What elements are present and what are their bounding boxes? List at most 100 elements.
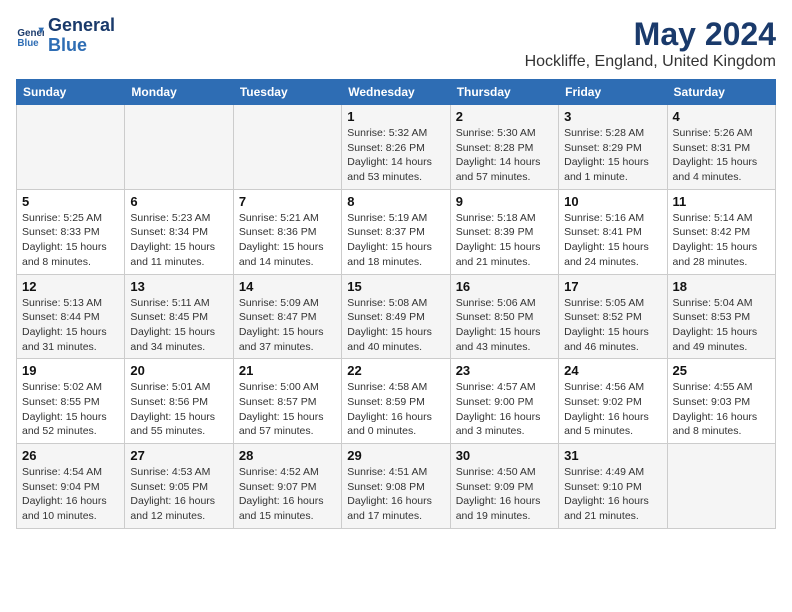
day-number: 7 (239, 194, 336, 209)
calendar-cell: 10Sunrise: 5:16 AM Sunset: 8:41 PM Dayli… (559, 189, 667, 274)
day-number: 29 (347, 448, 444, 463)
calendar-row: 5Sunrise: 5:25 AM Sunset: 8:33 PM Daylig… (17, 189, 776, 274)
day-info: Sunrise: 5:18 AM Sunset: 8:39 PM Dayligh… (456, 211, 553, 270)
day-info: Sunrise: 5:13 AM Sunset: 8:44 PM Dayligh… (22, 296, 119, 355)
day-number: 24 (564, 363, 661, 378)
calendar-cell: 23Sunrise: 4:57 AM Sunset: 9:00 PM Dayli… (450, 359, 558, 444)
calendar-cell: 28Sunrise: 4:52 AM Sunset: 9:07 PM Dayli… (233, 444, 341, 529)
day-number: 23 (456, 363, 553, 378)
calendar-cell: 17 Sunrise: 5:05 AM Sunset: 8:52 PM Dayli… (559, 274, 667, 359)
day-info: Sunrise: 5:09 AM Sunset: 8:47 PM Dayligh… (239, 296, 336, 355)
day-info: Sunrise: 5:16 AM Sunset: 8:41 PM Dayligh… (564, 211, 661, 270)
calendar-cell: 6 Sunrise: 5:23 AM Sunset: 8:34 PM Daylig… (125, 189, 233, 274)
title-block: May 2024 Hockliffe, England, United King… (525, 16, 776, 71)
day-number: 20 (130, 363, 227, 378)
day-number: 11 (673, 194, 770, 209)
day-info: Sunrise: 5:11 AM Sunset: 8:45 PM Dayligh… (130, 296, 227, 355)
calendar-row: 1 Sunrise: 5:32 AM Sunset: 8:26 PM Daylig… (17, 105, 776, 190)
location-subtitle: Hockliffe, England, United Kingdom (525, 53, 776, 71)
day-number: 17 (564, 279, 661, 294)
calendar-cell (125, 105, 233, 190)
calendar-cell (17, 105, 125, 190)
main-title: May 2024 (525, 16, 776, 53)
calendar-cell: 4 Sunrise: 5:26 AM Sunset: 8:31 PM Daylig… (667, 105, 775, 190)
day-number: 16 (456, 279, 553, 294)
calendar-cell: 24 Sunrise: 4:56 AM Sunset: 9:02 PM Dayli… (559, 359, 667, 444)
calendar-cell: 18Sunrise: 5:04 AM Sunset: 8:53 PM Dayli… (667, 274, 775, 359)
day-info: Sunrise: 5:21 AM Sunset: 8:36 PM Dayligh… (239, 211, 336, 270)
calendar-cell: 8 Sunrise: 5:19 AM Sunset: 8:37 PM Daylig… (342, 189, 450, 274)
day-info: Sunrise: 4:49 AM Sunset: 9:10 PM Dayligh… (564, 465, 661, 524)
calendar-cell: 30 Sunrise: 4:50 AM Sunset: 9:09 PM Dayli… (450, 444, 558, 529)
day-number: 22 (347, 363, 444, 378)
calendar-cell: 25 Sunrise: 4:55 AM Sunset: 9:03 PM Dayli… (667, 359, 775, 444)
day-info: Sunrise: 5:02 AM Sunset: 8:55 PM Dayligh… (22, 380, 119, 439)
day-info: Sunrise: 5:00 AM Sunset: 8:57 PM Dayligh… (239, 380, 336, 439)
day-info: Sunrise: 5:08 AM Sunset: 8:49 PM Dayligh… (347, 296, 444, 355)
calendar-cell: 9 Sunrise: 5:18 AM Sunset: 8:39 PM Daylig… (450, 189, 558, 274)
day-info: Sunrise: 5:06 AM Sunset: 8:50 PM Dayligh… (456, 296, 553, 355)
day-info: Sunrise: 5:14 AM Sunset: 8:42 PM Dayligh… (673, 211, 770, 270)
logo-icon: General Blue (16, 22, 44, 50)
day-number: 26 (22, 448, 119, 463)
day-number: 21 (239, 363, 336, 378)
column-header-monday: Monday (125, 80, 233, 105)
calendar-cell (667, 444, 775, 529)
day-number: 2 (456, 109, 553, 124)
calendar-cell: 5Sunrise: 5:25 AM Sunset: 8:33 PM Daylig… (17, 189, 125, 274)
day-number: 30 (456, 448, 553, 463)
calendar-cell: 11 Sunrise: 5:14 AM Sunset: 8:42 PM Dayli… (667, 189, 775, 274)
day-info: Sunrise: 5:04 AM Sunset: 8:53 PM Dayligh… (673, 296, 770, 355)
day-info: Sunrise: 4:54 AM Sunset: 9:04 PM Dayligh… (22, 465, 119, 524)
calendar-cell: 29 Sunrise: 4:51 AM Sunset: 9:08 PM Dayli… (342, 444, 450, 529)
calendar-cell: 15Sunrise: 5:08 AM Sunset: 8:49 PM Dayli… (342, 274, 450, 359)
day-number: 1 (347, 109, 444, 124)
day-number: 5 (22, 194, 119, 209)
day-info: Sunrise: 4:53 AM Sunset: 9:05 PM Dayligh… (130, 465, 227, 524)
day-number: 4 (673, 109, 770, 124)
calendar-cell: 22 Sunrise: 4:58 AM Sunset: 8:59 PM Dayli… (342, 359, 450, 444)
day-number: 3 (564, 109, 661, 124)
calendar-cell: 2 Sunrise: 5:30 AM Sunset: 8:28 PM Daylig… (450, 105, 558, 190)
logo: General Blue General Blue (16, 16, 115, 56)
calendar-cell: 13 Sunrise: 5:11 AM Sunset: 8:45 PM Dayli… (125, 274, 233, 359)
day-info: Sunrise: 5:30 AM Sunset: 8:28 PM Dayligh… (456, 126, 553, 185)
calendar-cell: 16 Sunrise: 5:06 AM Sunset: 8:50 PM Dayli… (450, 274, 558, 359)
day-info: Sunrise: 4:50 AM Sunset: 9:09 PM Dayligh… (456, 465, 553, 524)
day-info: Sunrise: 4:58 AM Sunset: 8:59 PM Dayligh… (347, 380, 444, 439)
calendar-cell: 20Sunrise: 5:01 AM Sunset: 8:56 PM Dayli… (125, 359, 233, 444)
calendar-cell: 26 Sunrise: 4:54 AM Sunset: 9:04 PM Dayli… (17, 444, 125, 529)
calendar-cell: 7 Sunrise: 5:21 AM Sunset: 8:36 PM Daylig… (233, 189, 341, 274)
day-info: Sunrise: 5:26 AM Sunset: 8:31 PM Dayligh… (673, 126, 770, 185)
header-row: SundayMondayTuesdayWednesdayThursdayFrid… (17, 80, 776, 105)
day-number: 13 (130, 279, 227, 294)
day-info: Sunrise: 5:32 AM Sunset: 8:26 PM Dayligh… (347, 126, 444, 185)
column-header-sunday: Sunday (17, 80, 125, 105)
calendar-row: 26 Sunrise: 4:54 AM Sunset: 9:04 PM Dayli… (17, 444, 776, 529)
day-number: 9 (456, 194, 553, 209)
day-info: Sunrise: 4:56 AM Sunset: 9:02 PM Dayligh… (564, 380, 661, 439)
column-header-tuesday: Tuesday (233, 80, 341, 105)
day-info: Sunrise: 4:55 AM Sunset: 9:03 PM Dayligh… (673, 380, 770, 439)
day-number: 25 (673, 363, 770, 378)
day-info: Sunrise: 5:23 AM Sunset: 8:34 PM Dayligh… (130, 211, 227, 270)
calendar-cell: 3Sunrise: 5:28 AM Sunset: 8:29 PM Daylig… (559, 105, 667, 190)
calendar-cell: 31Sunrise: 4:49 AM Sunset: 9:10 PM Dayli… (559, 444, 667, 529)
day-number: 8 (347, 194, 444, 209)
day-number: 19 (22, 363, 119, 378)
day-info: Sunrise: 5:05 AM Sunset: 8:52 PM Dayligh… (564, 296, 661, 355)
calendar-cell: 19 Sunrise: 5:02 AM Sunset: 8:55 PM Dayli… (17, 359, 125, 444)
calendar-row: 19 Sunrise: 5:02 AM Sunset: 8:55 PM Dayli… (17, 359, 776, 444)
day-number: 12 (22, 279, 119, 294)
day-info: Sunrise: 5:19 AM Sunset: 8:37 PM Dayligh… (347, 211, 444, 270)
calendar-cell (233, 105, 341, 190)
calendar-table: SundayMondayTuesdayWednesdayThursdayFrid… (16, 79, 776, 529)
day-number: 28 (239, 448, 336, 463)
day-number: 6 (130, 194, 227, 209)
svg-text:Blue: Blue (17, 38, 39, 49)
day-info: Sunrise: 4:51 AM Sunset: 9:08 PM Dayligh… (347, 465, 444, 524)
calendar-cell: 1 Sunrise: 5:32 AM Sunset: 8:26 PM Daylig… (342, 105, 450, 190)
column-header-saturday: Saturday (667, 80, 775, 105)
column-header-wednesday: Wednesday (342, 80, 450, 105)
column-header-friday: Friday (559, 80, 667, 105)
